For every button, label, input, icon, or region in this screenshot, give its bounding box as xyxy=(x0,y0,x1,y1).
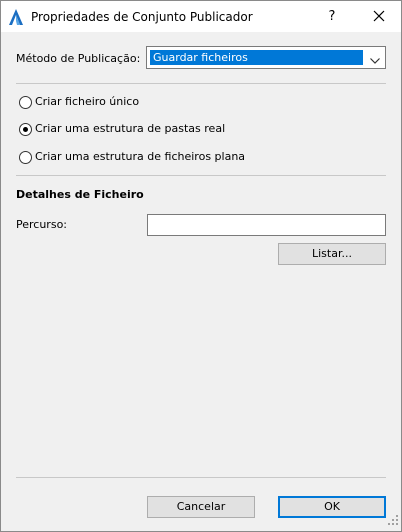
close-button[interactable] xyxy=(359,1,399,32)
divider xyxy=(16,175,386,176)
resize-grip-icon[interactable] xyxy=(388,515,399,529)
archicad-icon xyxy=(9,9,23,25)
radio-selected-dot xyxy=(23,127,28,132)
divider xyxy=(16,477,386,478)
help-button[interactable]: ? xyxy=(315,1,349,32)
file-details-heading: Detalhes de Ficheiro xyxy=(16,188,144,201)
publish-method-dropdown[interactable]: Guardar ficheiros xyxy=(146,46,386,69)
radio-single-file[interactable] xyxy=(19,96,32,109)
chevron-down-icon xyxy=(370,54,380,67)
cancel-button[interactable]: Cancelar xyxy=(147,496,255,518)
publish-method-value: Guardar ficheiros xyxy=(150,50,363,65)
title-bar: Propriedades de Conjunto Publicador ? xyxy=(1,1,401,32)
option-flat-file-structure-label: Criar uma estrutura de ficheiros plana xyxy=(35,150,246,163)
path-input[interactable] xyxy=(147,214,386,236)
radio-real-folder-structure[interactable] xyxy=(19,123,32,136)
option-real-folder-structure-label: Criar uma estrutura de pastas real xyxy=(35,122,226,135)
option-single-file-label: Criar ficheiro único xyxy=(35,95,140,108)
publish-method-label: Método de Publicação: xyxy=(16,52,141,65)
path-label: Percurso: xyxy=(16,218,67,231)
close-icon xyxy=(373,10,385,22)
divider xyxy=(16,83,386,84)
dialog-window: Propriedades de Conjunto Publicador ? Mé… xyxy=(0,0,402,532)
window-title: Propriedades de Conjunto Publicador xyxy=(31,10,253,24)
radio-flat-file-structure[interactable] xyxy=(19,151,32,164)
ok-button[interactable]: OK xyxy=(278,496,386,518)
browse-button[interactable]: Listar... xyxy=(278,243,386,265)
